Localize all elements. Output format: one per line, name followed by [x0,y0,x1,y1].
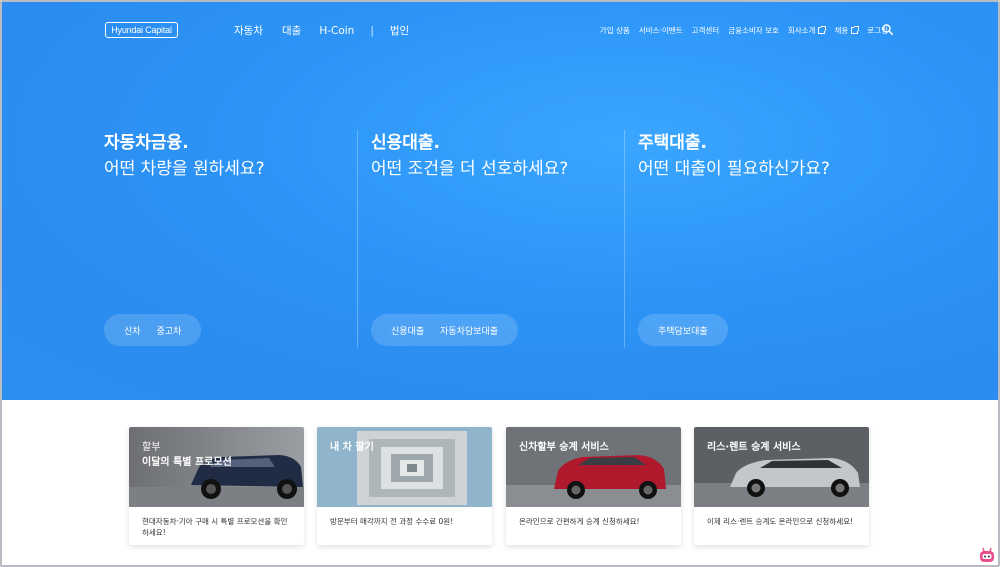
car-collateral-loan-button[interactable]: 자동차담보대출 [440,324,498,337]
card-caption: 신차할부 승계 서비스 [519,442,609,453]
hero-divider [357,130,358,348]
new-car-button[interactable]: 신차 [124,324,141,337]
util-service-event[interactable]: 서비스·이벤트 [639,25,683,36]
card-description: 현대자동차·기아 구매 시 특별 프로모션을 확인하세요! [142,517,288,537]
main-nav: 자동차 대출 H-Coin | 법인 [234,23,409,38]
nav-hcoin[interactable]: H-Coin [319,25,354,37]
hero-col-credit-loan: 신용대출. 어떤 조건을 더 선호하세요? [371,130,568,182]
credit-loan-options: 신용대출 자동차담보대출 [371,314,519,346]
util-consumer-protection[interactable]: 금융소비자 보호 [728,25,779,36]
hero-col-auto-finance: 자동차금융. 어떤 차량을 원하세요? [104,130,265,182]
nav-loan[interactable]: 대출 [282,23,301,38]
promo-card-sell-car[interactable]: 내 차 팔기 방문부터 매각까지 전 과정 수수료 0원! [317,427,492,545]
nav-separator: | [370,24,374,37]
hero-title: 주택대출. [638,133,708,153]
used-car-button[interactable]: 중고차 [157,324,182,337]
util-subscribed-products[interactable]: 가입 상품 [600,25,630,36]
promo-card-installment-transfer[interactable]: 신차할부 승계 서비스 온라인으로 간편하게 승계 신청하세요! [506,427,681,545]
nav-auto[interactable]: 자동차 [234,23,263,38]
promo-card-installment[interactable]: 할부 이달의 특별 프로모션 현대자동차·기아 구매 시 특별 프로모션을 확인… [129,427,304,545]
hero-title: 신용대출. [371,133,441,153]
hero-title: 자동차금융. [104,133,189,153]
card-caption: 리스·렌트 승계 서비스 [707,442,801,453]
card-description: 이제 리스·렌트 승계도 온라인으로 신청하세요! [707,517,854,526]
utility-nav: 가입 상품 서비스·이벤트 고객센터 금융소비자 보호 회사소개 채용 로그인 [591,25,888,36]
hero-col-mortgage: 주택대출. 어떤 대출이 필요하신가요? [638,130,830,182]
credit-loan-button[interactable]: 신용대출 [391,324,424,337]
card-description: 방문부터 매각까지 전 과정 수수료 0원! [330,517,454,526]
util-company-info[interactable]: 회사소개 [788,25,827,36]
chatbot-icon[interactable] [978,546,996,564]
card-caption: 할부 이달의 특별 프로모션 [142,442,232,468]
card-description: 온라인으로 간편하게 승계 신청하세요! [519,517,640,526]
card-caption: 내 차 팔기 [330,442,374,453]
util-recruit[interactable]: 채용 [834,25,860,36]
util-customer-center[interactable]: 고객센터 [692,25,720,36]
promo-card-lease-transfer[interactable]: 리스·렌트 승계 서비스 이제 리스·렌트 승계도 온라인으로 신청하세요! [694,427,869,545]
card-image: 할부 이달의 특별 프로모션 [129,427,304,507]
hero-subtitle: 어떤 조건을 더 선호하세요? [371,159,569,179]
search-icon[interactable] [882,24,893,35]
card-image: 리스·렌트 승계 서비스 [694,427,869,507]
hero-subtitle: 어떤 대출이 필요하신가요? [638,159,830,179]
mortgage-options: 주택담보대출 [638,314,728,346]
browser-frame: Hyundai Capital 자동차 대출 H-Coin | 법인 가입 상품… [0,0,1000,567]
card-image: 신차할부 승계 서비스 [506,427,681,507]
nav-corporate[interactable]: 법인 [390,23,409,38]
auto-finance-options: 신차 중고차 [104,314,202,346]
mortgage-loan-button[interactable]: 주택담보대출 [658,324,708,337]
hero-divider [624,130,625,348]
external-link-icon [851,26,860,34]
hero-subtitle: 어떤 차량을 원하세요? [104,159,265,179]
card-image: 내 차 팔기 [317,427,492,507]
hyundai-capital-logo[interactable]: Hyundai Capital [105,22,178,38]
external-link-icon [818,26,827,34]
